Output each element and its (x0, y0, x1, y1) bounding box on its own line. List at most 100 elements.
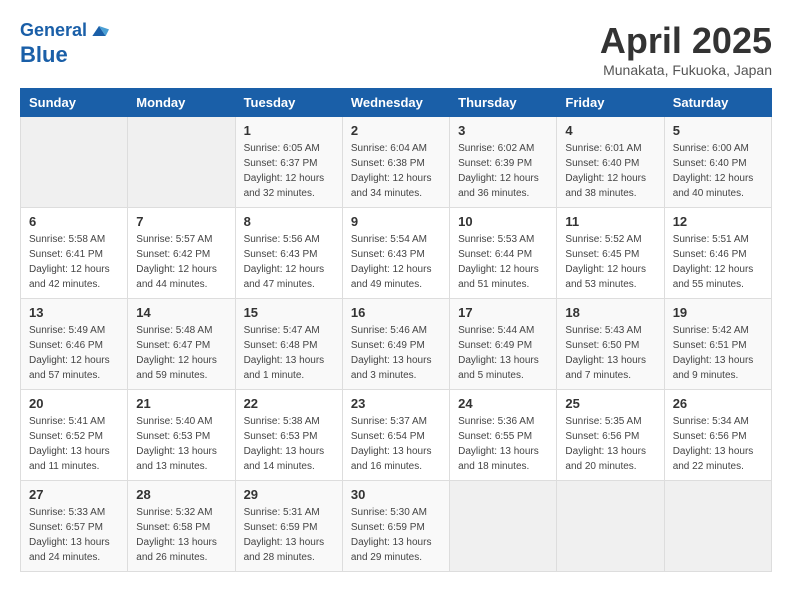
day-info: Sunrise: 5:54 AMSunset: 6:43 PMDaylight:… (351, 232, 441, 292)
cell-2-3: 16 Sunrise: 5:46 AMSunset: 6:49 PMDayligh… (342, 299, 449, 390)
week-row-1: 1 Sunrise: 6:05 AMSunset: 6:37 PMDaylight… (21, 117, 772, 208)
logo-text2: Blue (20, 42, 68, 68)
cell-0-4: 3 Sunrise: 6:02 AMSunset: 6:39 PMDaylight… (450, 117, 557, 208)
cell-2-0: 13 Sunrise: 5:49 AMSunset: 6:46 PMDayligh… (21, 299, 128, 390)
day-info: Sunrise: 5:43 AMSunset: 6:50 PMDaylight:… (565, 323, 655, 383)
cell-4-2: 29 Sunrise: 5:31 AMSunset: 6:59 PMDayligh… (235, 481, 342, 572)
cell-0-6: 5 Sunrise: 6:00 AMSunset: 6:40 PMDaylight… (664, 117, 771, 208)
cell-3-0: 20 Sunrise: 5:41 AMSunset: 6:52 PMDayligh… (21, 390, 128, 481)
cell-1-0: 6 Sunrise: 5:58 AMSunset: 6:41 PMDaylight… (21, 208, 128, 299)
day-number: 15 (244, 305, 334, 320)
day-number: 23 (351, 396, 441, 411)
day-number: 29 (244, 487, 334, 502)
cell-2-2: 15 Sunrise: 5:47 AMSunset: 6:48 PMDayligh… (235, 299, 342, 390)
week-row-5: 27Sunrise: 5:33 AMSunset: 6:57 PMDayligh… (21, 481, 772, 572)
day-info: Sunrise: 5:47 AMSunset: 6:48 PMDaylight:… (244, 323, 334, 383)
cell-0-5: 4Sunrise: 6:01 AMSunset: 6:40 PMDaylight… (557, 117, 664, 208)
col-monday: Monday (128, 89, 235, 117)
day-number: 16 (351, 305, 441, 320)
title-block: April 2025 Munakata, Fukuoka, Japan (600, 20, 772, 78)
day-number: 26 (673, 396, 763, 411)
day-info: Sunrise: 5:46 AMSunset: 6:49 PMDaylight:… (351, 323, 441, 383)
page-header: General Blue April 2025 Munakata, Fukuok… (20, 20, 772, 78)
cell-3-2: 22Sunrise: 5:38 AMSunset: 6:53 PMDayligh… (235, 390, 342, 481)
cell-1-5: 11Sunrise: 5:52 AMSunset: 6:45 PMDayligh… (557, 208, 664, 299)
calendar-header-row: Sunday Monday Tuesday Wednesday Thursday… (21, 89, 772, 117)
day-number: 30 (351, 487, 441, 502)
day-info: Sunrise: 5:38 AMSunset: 6:53 PMDaylight:… (244, 414, 334, 474)
week-row-2: 6 Sunrise: 5:58 AMSunset: 6:41 PMDaylight… (21, 208, 772, 299)
day-number: 25 (565, 396, 655, 411)
day-info: Sunrise: 5:40 AMSunset: 6:53 PMDaylight:… (136, 414, 226, 474)
day-number: 7 (136, 214, 226, 229)
day-info: Sunrise: 5:41 AMSunset: 6:52 PMDaylight:… (29, 414, 119, 474)
day-number: 4 (565, 123, 655, 138)
day-number: 14 (136, 305, 226, 320)
day-number: 3 (458, 123, 548, 138)
day-info: Sunrise: 5:36 AMSunset: 6:55 PMDaylight:… (458, 414, 548, 474)
cell-2-1: 14 Sunrise: 5:48 AMSunset: 6:47 PMDayligh… (128, 299, 235, 390)
day-info: Sunrise: 5:37 AMSunset: 6:54 PMDaylight:… (351, 414, 441, 474)
day-info: Sunrise: 5:57 AMSunset: 6:42 PMDaylight:… (136, 232, 226, 292)
logo: General Blue (20, 20, 109, 68)
day-info: Sunrise: 5:32 AMSunset: 6:58 PMDaylight:… (136, 505, 226, 565)
logo-text: General (20, 20, 87, 42)
day-info: Sunrise: 5:48 AMSunset: 6:47 PMDaylight:… (136, 323, 226, 383)
cell-2-5: 18 Sunrise: 5:43 AMSunset: 6:50 PMDayligh… (557, 299, 664, 390)
day-info: Sunrise: 6:02 AMSunset: 6:39 PMDaylight:… (458, 141, 548, 201)
day-info: Sunrise: 5:58 AMSunset: 6:41 PMDaylight:… (29, 232, 119, 292)
cell-2-4: 17 Sunrise: 5:44 AMSunset: 6:49 PMDayligh… (450, 299, 557, 390)
calendar-table: Sunday Monday Tuesday Wednesday Thursday… (20, 88, 772, 572)
day-number: 12 (673, 214, 763, 229)
day-info: Sunrise: 6:04 AMSunset: 6:38 PMDaylight:… (351, 141, 441, 201)
cell-2-6: 19 Sunrise: 5:42 AMSunset: 6:51 PMDayligh… (664, 299, 771, 390)
cell-1-1: 7 Sunrise: 5:57 AMSunset: 6:42 PMDaylight… (128, 208, 235, 299)
cell-3-3: 23 Sunrise: 5:37 AMSunset: 6:54 PMDayligh… (342, 390, 449, 481)
day-number: 10 (458, 214, 548, 229)
week-row-4: 20 Sunrise: 5:41 AMSunset: 6:52 PMDayligh… (21, 390, 772, 481)
day-info: Sunrise: 5:49 AMSunset: 6:46 PMDaylight:… (29, 323, 119, 383)
day-number: 17 (458, 305, 548, 320)
day-info: Sunrise: 5:34 AMSunset: 6:56 PMDaylight:… (673, 414, 763, 474)
cell-0-0 (21, 117, 128, 208)
day-number: 20 (29, 396, 119, 411)
day-info: Sunrise: 5:35 AMSunset: 6:56 PMDaylight:… (565, 414, 655, 474)
location-subtitle: Munakata, Fukuoka, Japan (600, 62, 772, 78)
logo-icon (89, 21, 109, 41)
col-sunday: Sunday (21, 89, 128, 117)
cell-3-6: 26 Sunrise: 5:34 AMSunset: 6:56 PMDayligh… (664, 390, 771, 481)
day-number: 5 (673, 123, 763, 138)
day-number: 6 (29, 214, 119, 229)
col-saturday: Saturday (664, 89, 771, 117)
week-row-3: 13 Sunrise: 5:49 AMSunset: 6:46 PMDayligh… (21, 299, 772, 390)
cell-4-5 (557, 481, 664, 572)
cell-0-1 (128, 117, 235, 208)
day-number: 9 (351, 214, 441, 229)
cell-4-3: 30 Sunrise: 5:30 AMSunset: 6:59 PMDayligh… (342, 481, 449, 572)
cell-1-6: 12Sunrise: 5:51 AMSunset: 6:46 PMDayligh… (664, 208, 771, 299)
day-number: 2 (351, 123, 441, 138)
day-number: 8 (244, 214, 334, 229)
col-friday: Friday (557, 89, 664, 117)
day-info: Sunrise: 5:56 AMSunset: 6:43 PMDaylight:… (244, 232, 334, 292)
day-info: Sunrise: 5:33 AMSunset: 6:57 PMDaylight:… (29, 505, 119, 565)
cell-3-5: 25 Sunrise: 5:35 AMSunset: 6:56 PMDayligh… (557, 390, 664, 481)
day-number: 24 (458, 396, 548, 411)
day-info: Sunrise: 5:30 AMSunset: 6:59 PMDaylight:… (351, 505, 441, 565)
day-info: Sunrise: 5:44 AMSunset: 6:49 PMDaylight:… (458, 323, 548, 383)
cell-3-1: 21 Sunrise: 5:40 AMSunset: 6:53 PMDayligh… (128, 390, 235, 481)
col-tuesday: Tuesday (235, 89, 342, 117)
day-info: Sunrise: 6:05 AMSunset: 6:37 PMDaylight:… (244, 141, 334, 201)
day-number: 1 (244, 123, 334, 138)
day-number: 21 (136, 396, 226, 411)
day-number: 13 (29, 305, 119, 320)
col-thursday: Thursday (450, 89, 557, 117)
day-info: Sunrise: 6:00 AMSunset: 6:40 PMDaylight:… (673, 141, 763, 201)
day-number: 18 (565, 305, 655, 320)
cell-0-2: 1 Sunrise: 6:05 AMSunset: 6:37 PMDaylight… (235, 117, 342, 208)
day-info: Sunrise: 5:52 AMSunset: 6:45 PMDaylight:… (565, 232, 655, 292)
day-info: Sunrise: 5:31 AMSunset: 6:59 PMDaylight:… (244, 505, 334, 565)
day-number: 19 (673, 305, 763, 320)
cell-0-3: 2 Sunrise: 6:04 AMSunset: 6:38 PMDaylight… (342, 117, 449, 208)
day-info: Sunrise: 5:42 AMSunset: 6:51 PMDaylight:… (673, 323, 763, 383)
